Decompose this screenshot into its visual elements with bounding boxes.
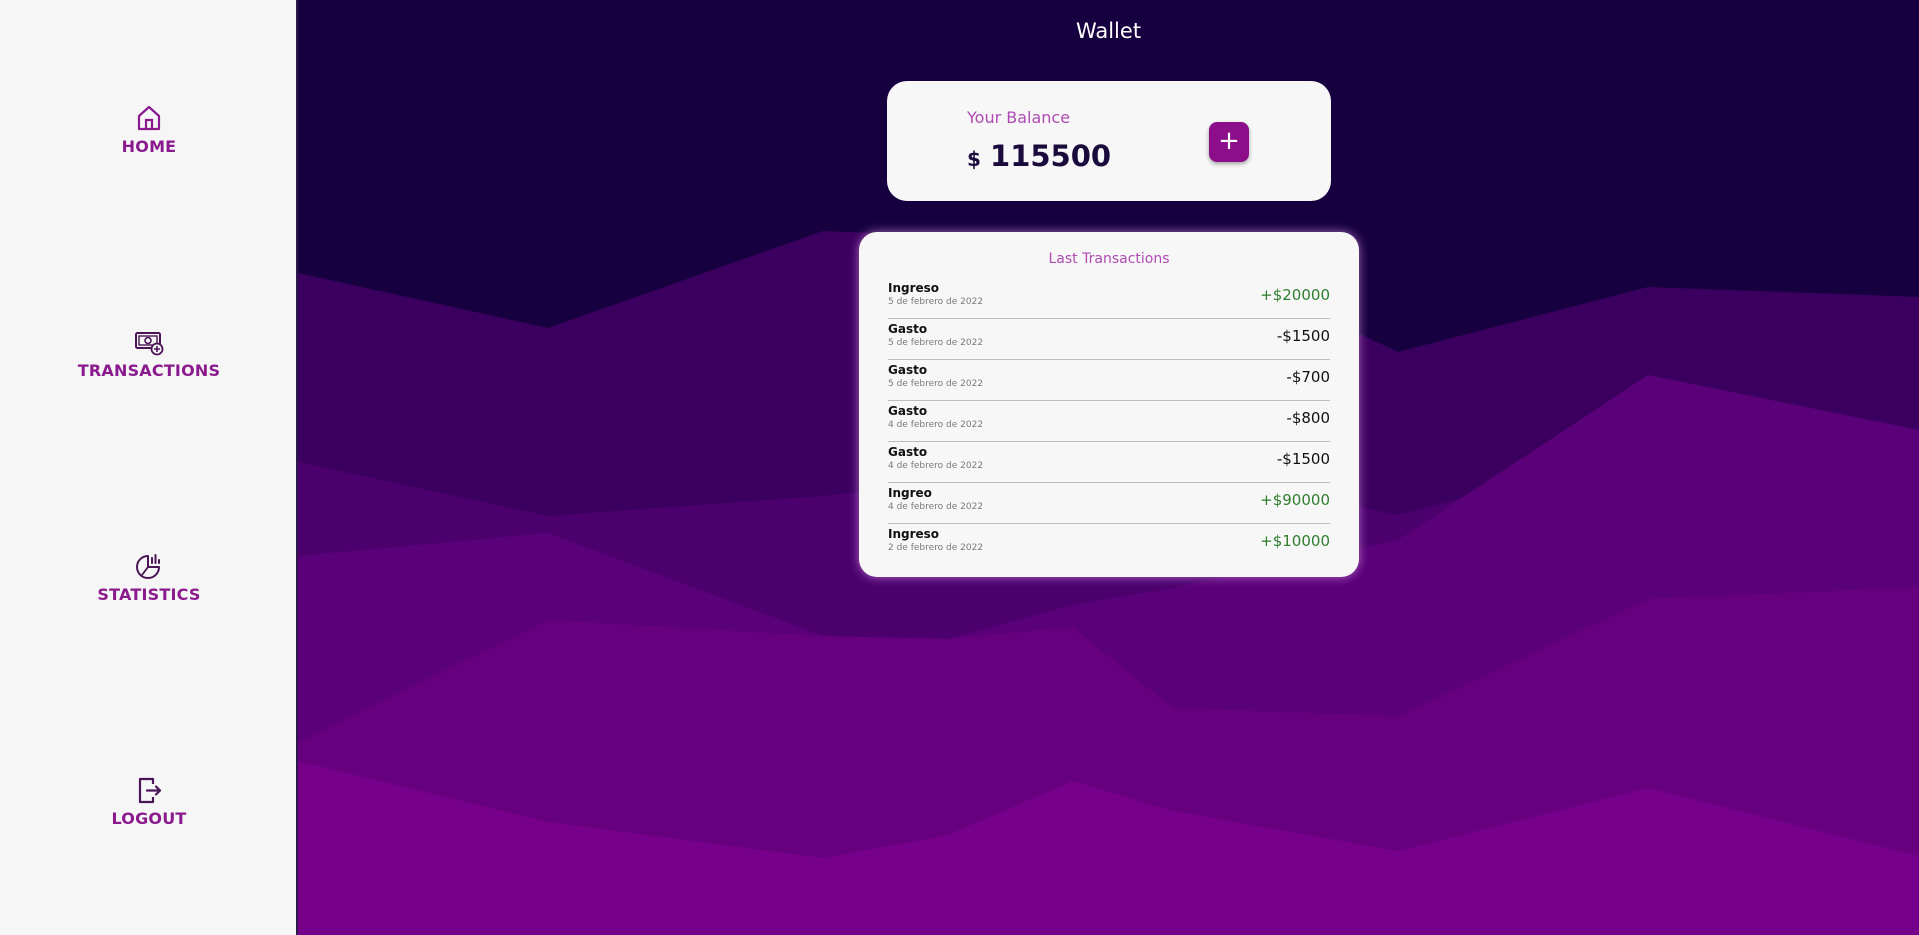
pie-chart-icon [136, 554, 160, 579]
transaction-amount: +$90000 [1260, 491, 1330, 509]
transaction-date: 4 de febrero de 2022 [888, 502, 984, 512]
transaction-row: Ingreo 4 de febrero de 2022 +$90000 [888, 484, 1330, 524]
sidebar: HOME TRANSACTIONS STATISTICS LOGOUT [0, 0, 298, 935]
transaction-date: 5 de febrero de 2022 [888, 379, 984, 389]
sidebar-item-label: LOGOUT [111, 809, 187, 828]
transaction-date: 4 de febrero de 2022 [888, 461, 984, 471]
sidebar-item-label: TRANSACTIONS [77, 361, 221, 380]
transaction-date: 5 de febrero de 2022 [888, 297, 984, 307]
money-plus-icon [135, 332, 164, 356]
transaction-amount: +$20000 [1260, 286, 1330, 304]
transaction-date: 2 de febrero de 2022 [888, 543, 984, 553]
sidebar-item-label: HOME [121, 137, 177, 156]
sidebar-item-logout[interactable]: LOGOUT [0, 775, 298, 828]
transaction-row: Gasto 4 de febrero de 2022 -$1500 [888, 443, 1330, 483]
logout-icon [138, 777, 162, 804]
transaction-amount: +$10000 [1260, 532, 1330, 550]
sidebar-item-label: STATISTICS [97, 585, 201, 604]
transaction-row: Gasto 5 de febrero de 2022 -$1500 [888, 320, 1330, 360]
sidebar-item-transactions[interactable]: TRANSACTIONS [0, 327, 298, 380]
transaction-type: Gasto [888, 322, 928, 336]
transactions-card: Last Transactions Ingreso 5 de febrero d… [859, 232, 1359, 577]
balance-label: Your Balance [967, 108, 1071, 127]
transaction-date: 5 de febrero de 2022 [888, 338, 984, 348]
page-title: Wallet [1075, 19, 1142, 43]
transaction-amount: -$800 [1286, 409, 1330, 427]
transaction-row: Gasto 4 de febrero de 2022 -$800 [888, 402, 1330, 442]
transaction-type: Gasto [888, 404, 928, 418]
sidebar-item-statistics[interactable]: STATISTICS [0, 551, 298, 604]
transaction-type: Ingreso [888, 527, 940, 541]
transaction-row: Gasto 5 de febrero de 2022 -$700 [888, 361, 1330, 401]
transaction-type: Ingreo [888, 486, 932, 500]
add-transaction-button[interactable]: + [1209, 122, 1249, 162]
transaction-amount: -$700 [1286, 368, 1330, 386]
transactions-title: Last Transactions [1048, 251, 1170, 267]
main-content: Wallet Your Balance $ 115500 + Last Tran… [298, 0, 1919, 935]
balance-card: Your Balance $ 115500 + [887, 81, 1331, 201]
transaction-type: Gasto [888, 445, 928, 459]
transaction-type: Ingreso [888, 281, 940, 295]
transaction-amount: -$1500 [1276, 327, 1330, 345]
balance-value: 115500 [990, 139, 1112, 173]
transaction-row: Ingreso 2 de febrero de 2022 +$10000 [888, 525, 1330, 564]
sidebar-item-home[interactable]: HOME [0, 103, 298, 156]
transaction-type: Gasto [888, 363, 928, 377]
currency-symbol: $ [967, 147, 981, 171]
home-icon [137, 105, 161, 131]
transaction-date: 4 de febrero de 2022 [888, 420, 984, 430]
balance-amount: $ 115500 [967, 139, 1111, 173]
transaction-amount: -$1500 [1276, 450, 1330, 468]
transaction-row: Ingreso 5 de febrero de 2022 +$20000 [888, 279, 1330, 319]
